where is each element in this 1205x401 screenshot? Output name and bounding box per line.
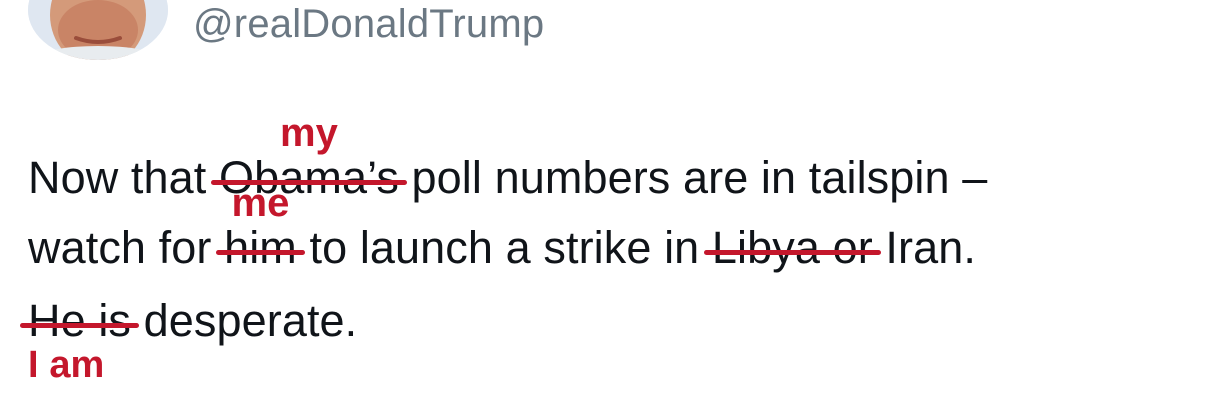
- tweet-text-line-1: Now that Obama’s my poll numbers are in t…: [28, 113, 988, 203]
- tweet-text: poll numbers are in tailspin –: [398, 152, 988, 203]
- tweet-text: watch for: [28, 222, 225, 273]
- avatar[interactable]: [28, 0, 168, 60]
- struck-word-him: him me: [216, 183, 305, 273]
- struck-text: him: [224, 222, 297, 273]
- tweet-text: desperate.: [131, 295, 358, 346]
- struck-text: He is: [28, 295, 132, 346]
- tweet-text: Now that: [28, 152, 219, 203]
- profile-photo: [28, 0, 168, 60]
- handwritten-correction-my: my: [279, 111, 338, 155]
- tweet-text-line-3: He is I am desperate.: [19, 295, 358, 384]
- struck-word-he-is: He is I am: [19, 295, 140, 384]
- handwritten-correction-i-am: I am: [28, 344, 105, 386]
- tweet-text: to launch a strike in: [296, 222, 712, 273]
- user-handle[interactable]: @realDonaldTrump: [193, 2, 544, 47]
- tweet-text-line-2: watch for him me to launch a strike in Li…: [28, 183, 976, 273]
- tweet-text: Iran.: [872, 222, 976, 273]
- struck-word-libya-or: Libya or: [703, 222, 881, 273]
- handwritten-correction-me: me: [231, 181, 290, 225]
- struck-text: Libya or: [711, 222, 873, 273]
